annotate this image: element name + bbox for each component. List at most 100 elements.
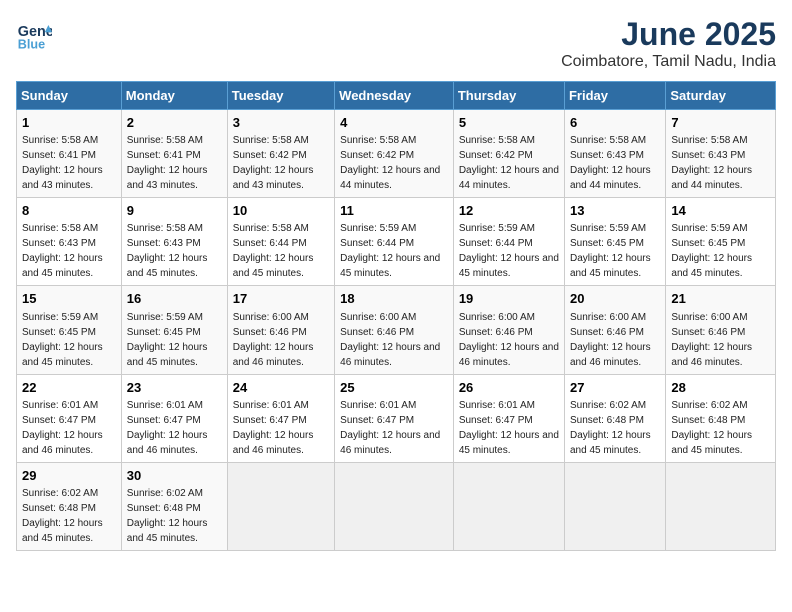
daylight-label: Daylight: 12 hours and 46 minutes.: [340, 342, 440, 368]
calendar-table: SundayMondayTuesdayWednesdayThursdayFrid…: [16, 81, 776, 551]
day-number: 10: [233, 202, 329, 220]
calendar-day-cell: 6 Sunrise: 5:58 AM Sunset: 6:43 PM Daylight…: [564, 110, 665, 198]
sunrise-info: Sunrise: 6:02 AM: [570, 400, 646, 411]
calendar-day-cell: 7Sunrise: 5:58 AMSunset: 6:43 PMDaylight…: [666, 110, 776, 198]
sunset-info: Sunset: 6:46 PM: [671, 327, 745, 338]
day-number: 1: [22, 114, 116, 132]
sunrise-info: Sunrise: 5:58 AM: [340, 135, 416, 146]
page-title: June 2025: [561, 16, 776, 53]
calendar-header-cell: Wednesday: [335, 82, 454, 110]
sunrise-info: Sunrise: 5:59 AM: [22, 312, 98, 323]
sunrise-info: Sunrise: 6:01 AM: [127, 400, 203, 411]
day-number: 18: [340, 290, 448, 308]
day-number: 7: [671, 114, 770, 132]
day-number: 6: [570, 114, 660, 132]
sunrise-info: Sunrise: 5:59 AM: [127, 312, 203, 323]
page-header: General Blue June 2025 Coimbatore, Tamil…: [16, 16, 776, 71]
svg-text:Blue: Blue: [18, 37, 45, 51]
calendar-day-cell: 23Sunrise: 6:01 AMSunset: 6:47 PMDayligh…: [121, 374, 227, 462]
daylight-label: Daylight: 12 hours and 46 minutes.: [233, 342, 314, 368]
sunset-info: Sunset: 6:48 PM: [671, 415, 745, 426]
calendar-header-cell: Monday: [121, 82, 227, 110]
sunset-info: Sunset: 6:46 PM: [570, 327, 644, 338]
calendar-day-cell: 3Sunrise: 5:58 AMSunset: 6:42 PMDaylight…: [227, 110, 334, 198]
calendar-day-cell: 1Sunrise: 5:58 AMSunset: 6:41 PMDaylight…: [17, 110, 122, 198]
calendar-day-cell: 29Sunrise: 6:02 AMSunset: 6:48 PMDayligh…: [17, 462, 122, 550]
calendar-day-cell: 12Sunrise: 5:59 AMSunset: 6:44 PMDayligh…: [453, 198, 564, 286]
sunrise-info: Sunrise: 6:00 AM: [233, 312, 309, 323]
sunrise-info: Sunrise: 5:58 AM: [22, 223, 98, 234]
sunset-info: Sunset: 6:41 PM: [127, 150, 201, 161]
day-number: 11: [340, 202, 448, 220]
sunrise-info: Sunrise: 5:59 AM: [570, 223, 646, 234]
daylight-label: Daylight: 12 hours and 44 minutes.: [570, 165, 651, 191]
day-number: 8: [22, 202, 116, 220]
sunrise-info: Sunrise: 5:58 AM: [570, 135, 646, 146]
calendar-header-cell: Tuesday: [227, 82, 334, 110]
daylight-label: Daylight: 12 hours and 43 minutes.: [233, 165, 314, 191]
sunrise-info: Sunrise: 5:59 AM: [459, 223, 535, 234]
daylight-label: Daylight: 12 hours and 45 minutes.: [570, 430, 651, 456]
daylight-label: Daylight: 12 hours and 43 minutes.: [127, 165, 208, 191]
day-number: 29: [22, 467, 116, 485]
calendar-week-row: 15Sunrise: 5:59 AMSunset: 6:45 PMDayligh…: [17, 286, 776, 374]
day-number: 27: [570, 379, 660, 397]
calendar-header-cell: Saturday: [666, 82, 776, 110]
sunset-info: Sunset: 6:46 PM: [233, 327, 307, 338]
calendar-day-cell: 11Sunrise: 5:59 AMSunset: 6:44 PMDayligh…: [335, 198, 454, 286]
sunset-info: Sunset: 6:43 PM: [127, 238, 201, 249]
calendar-day-cell: 15Sunrise: 5:59 AMSunset: 6:45 PMDayligh…: [17, 286, 122, 374]
sunrise-info: Sunrise: 5:59 AM: [671, 223, 747, 234]
day-number: 14: [671, 202, 770, 220]
sunset-info: Sunset: 6:47 PM: [22, 415, 96, 426]
sunset-info: Sunset: 6:48 PM: [22, 503, 96, 514]
daylight-label: Daylight: 12 hours and 46 minutes.: [233, 430, 314, 456]
daylight-label: Daylight: 12 hours and 45 minutes.: [570, 253, 651, 279]
daylight-label: Daylight: 12 hours and 45 minutes.: [671, 253, 752, 279]
daylight-label: Daylight: 12 hours and 45 minutes.: [127, 518, 208, 544]
daylight-label: Daylight: 12 hours and 45 minutes.: [459, 253, 559, 279]
sunset-info: Sunset: 6:43 PM: [570, 150, 644, 161]
calendar-day-cell: 18Sunrise: 6:00 AMSunset: 6:46 PMDayligh…: [335, 286, 454, 374]
calendar-week-row: 22Sunrise: 6:01 AMSunset: 6:47 PMDayligh…: [17, 374, 776, 462]
daylight-label: Daylight: 12 hours and 44 minutes.: [340, 165, 440, 191]
sunrise-info: Sunrise: 5:58 AM: [459, 135, 535, 146]
daylight-label: Daylight: 12 hours and 45 minutes.: [233, 253, 314, 279]
sunset-info: Sunset: 6:47 PM: [340, 415, 414, 426]
calendar-day-cell: 22Sunrise: 6:01 AMSunset: 6:47 PMDayligh…: [17, 374, 122, 462]
sunset-info: Sunset: 6:47 PM: [127, 415, 201, 426]
sunset-info: Sunset: 6:48 PM: [570, 415, 644, 426]
day-number: 2: [127, 114, 222, 132]
calendar-day-cell: 4Sunrise: 5:58 AMSunset: 6:42 PMDaylight…: [335, 110, 454, 198]
daylight-label: Daylight: 12 hours and 45 minutes.: [671, 430, 752, 456]
day-number: 13: [570, 202, 660, 220]
daylight-label: Daylight: 12 hours and 46 minutes.: [22, 430, 103, 456]
title-area: June 2025 Coimbatore, Tamil Nadu, India: [561, 16, 776, 71]
page-subtitle: Coimbatore, Tamil Nadu, India: [561, 53, 776, 71]
calendar-day-cell: 2Sunrise: 5:58 AMSunset: 6:41 PMDaylight…: [121, 110, 227, 198]
day-number: 30: [127, 467, 222, 485]
day-number: 17: [233, 290, 329, 308]
sunrise-info: Sunrise: 6:01 AM: [340, 400, 416, 411]
calendar-day-cell: 10Sunrise: 5:58 AMSunset: 6:44 PMDayligh…: [227, 198, 334, 286]
sunset-info: Sunset: 6:41 PM: [22, 150, 96, 161]
calendar-day-cell: 9Sunrise: 5:58 AMSunset: 6:43 PMDaylight…: [121, 198, 227, 286]
calendar-day-cell: 14 Sunrise: 5:59 AM Sunset: 6:45 PM Dayligh…: [666, 198, 776, 286]
calendar-body: 1 Sunrise: 5:58 AM Sunset: 6:41 PM Daylight…: [17, 110, 776, 551]
day-number: 5: [459, 114, 559, 132]
sunset-info: Sunset: 6:44 PM: [459, 238, 533, 249]
sunset-info: Sunset: 6:42 PM: [340, 150, 414, 161]
calendar-day-cell: 21Sunrise: 6:00 AMSunset: 6:46 PMDayligh…: [666, 286, 776, 374]
sunset-info: Sunset: 6:45 PM: [671, 238, 745, 249]
sunrise-info: Sunrise: 6:01 AM: [459, 400, 535, 411]
sunset-info: Sunset: 6:45 PM: [22, 327, 96, 338]
sunrise-info: Sunrise: 6:01 AM: [22, 400, 98, 411]
sunrise-info: Sunrise: 5:58 AM: [233, 135, 309, 146]
daylight-label: Daylight: 12 hours and 45 minutes.: [127, 253, 208, 279]
daylight-label: Daylight: 12 hours and 46 minutes.: [459, 342, 559, 368]
calendar-day-cell: 20Sunrise: 6:00 AMSunset: 6:46 PMDayligh…: [564, 286, 665, 374]
calendar-day-cell: 13Sunrise: 5:59 AMSunset: 6:45 PMDayligh…: [564, 198, 665, 286]
calendar-week-row: 1 Sunrise: 5:58 AM Sunset: 6:41 PM Daylight…: [17, 110, 776, 198]
sunset-info: Sunset: 6:43 PM: [22, 238, 96, 249]
day-number: 24: [233, 379, 329, 397]
